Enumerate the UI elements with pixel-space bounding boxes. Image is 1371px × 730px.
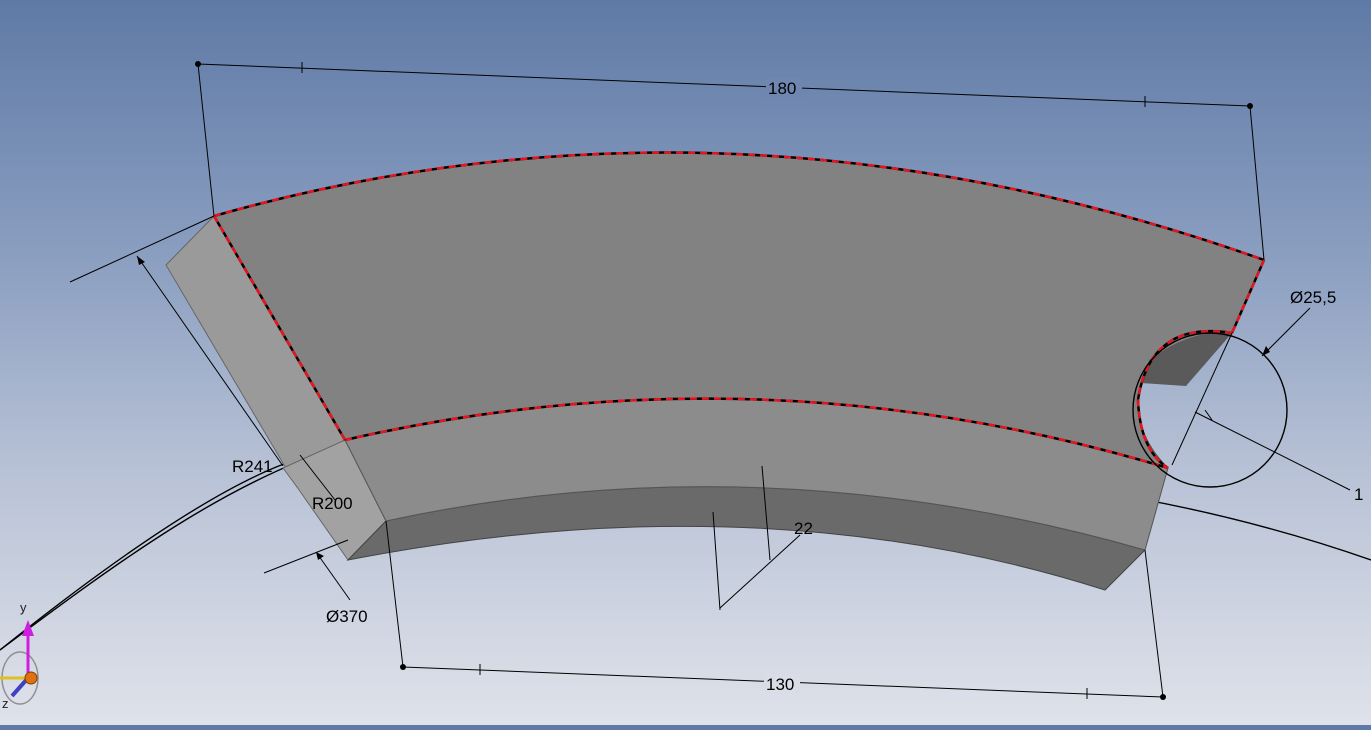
y-axis-arrowhead bbox=[22, 620, 34, 636]
dimension-hole-offset-label: 1 bbox=[1354, 485, 1363, 504]
3d-viewport[interactable]: 180 130 Ø25,5 1 R241 R200 Ø370 22 y z bbox=[0, 0, 1371, 725]
dimension-hole-diameter-label: Ø25,5 bbox=[1290, 288, 1336, 307]
z-axis-label: z bbox=[2, 696, 9, 711]
axis-origin bbox=[24, 671, 38, 685]
dimension-180-label: 180 bbox=[768, 79, 796, 98]
model-canvas[interactable]: 180 130 Ø25,5 1 R241 R200 Ø370 22 y z bbox=[0, 0, 1371, 725]
dimension-hole-diameter[interactable]: Ø25,5 bbox=[1261, 288, 1336, 357]
dimension-ref-diameter-label: Ø370 bbox=[326, 607, 368, 626]
dimension-130-label: 130 bbox=[766, 675, 794, 694]
dimension-r200-label: R200 bbox=[312, 494, 353, 513]
axis-triad[interactable]: y z bbox=[0, 600, 39, 711]
dimension-r241-label: R241 bbox=[232, 457, 273, 476]
dimension-thickness-label: 22 bbox=[794, 519, 813, 538]
y-axis-label: y bbox=[20, 600, 27, 615]
